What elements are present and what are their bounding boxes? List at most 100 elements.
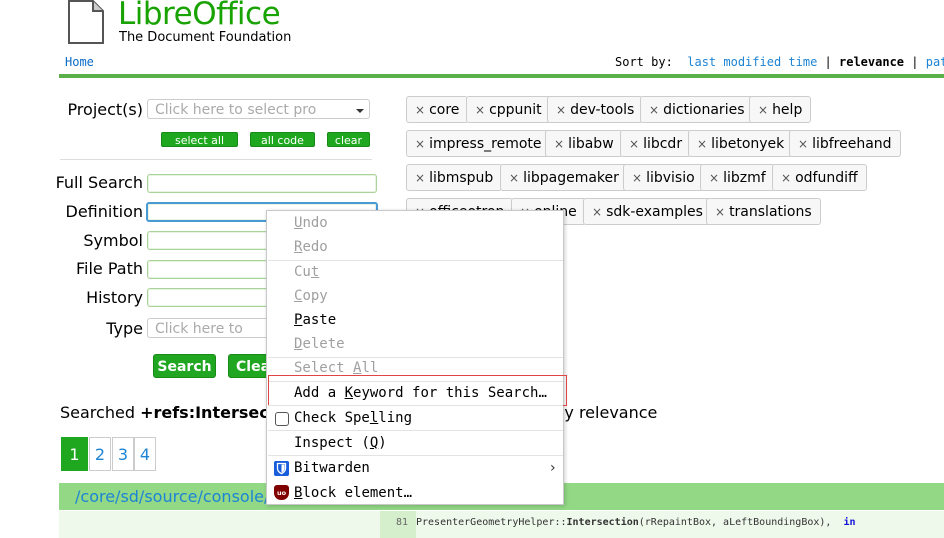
- page-1[interactable]: 1: [61, 437, 88, 471]
- sort-separator: |: [824, 55, 832, 69]
- project-tag-label: libpagemaker: [523, 170, 619, 186]
- project-tag-label: odfundiff: [795, 170, 858, 186]
- project-tag[interactable]: × libetonyek: [688, 130, 794, 157]
- form-divider: [60, 159, 372, 160]
- menu-item-delete[interactable]: Delete: [294, 336, 345, 352]
- project-tag[interactable]: × odfundiff: [772, 164, 867, 191]
- menu-item-select-all[interactable]: Select All: [294, 360, 378, 376]
- menu-item-undo[interactable]: Undo: [294, 215, 328, 231]
- project-tag-label: libvisio: [646, 170, 695, 186]
- code-line[interactable]: 81 PresenterGeometryHelper::Intersection(…: [384, 517, 856, 528]
- project-tag[interactable]: × libcdr: [620, 130, 692, 157]
- project-tag-label: libzmf: [723, 170, 766, 186]
- remove-icon[interactable]: ×: [415, 103, 425, 117]
- project-tag-label: dictionaries: [663, 102, 745, 118]
- ublock-origin-icon: uo: [274, 485, 289, 500]
- project-tag[interactable]: × cppunit: [466, 96, 551, 123]
- remove-icon[interactable]: ×: [556, 103, 566, 117]
- sort-separator: |: [911, 55, 919, 69]
- sort-relevance: relevance: [839, 55, 905, 69]
- remove-icon[interactable]: ×: [475, 103, 485, 117]
- code-prefix: PresenterGeometryHelper::: [416, 517, 567, 528]
- project-tag-label: core: [429, 102, 460, 118]
- menu-item-add-keyword[interactable]: Add a Keyword for this Search…: [294, 385, 547, 401]
- menu-item-paste[interactable]: Paste: [294, 312, 336, 328]
- remove-icon[interactable]: ×: [509, 171, 519, 185]
- menu-separator: [268, 260, 563, 261]
- search-button[interactable]: Search: [153, 354, 216, 378]
- remove-icon[interactable]: ×: [629, 137, 639, 151]
- libreoffice-document-icon: [68, 0, 104, 44]
- sort-label: Sort by:: [615, 55, 673, 69]
- context-menu: Undo Redo Cut Copy Paste Delete Select A…: [266, 210, 567, 505]
- menu-item-redo[interactable]: Redo: [294, 239, 328, 255]
- header-divider: [59, 74, 944, 78]
- code-rest: (rRepaintBox, aLeftBoundingBox),: [638, 517, 832, 528]
- project-tag[interactable]: × libvisio: [623, 164, 704, 191]
- project-tag[interactable]: × libabw: [545, 130, 623, 157]
- history-label: History: [86, 288, 143, 307]
- project-tag[interactable]: × sdk-examples: [583, 198, 712, 225]
- page-3[interactable]: 3: [112, 437, 134, 471]
- menu-item-cut[interactable]: Cut: [294, 264, 319, 280]
- page-2[interactable]: 2: [89, 437, 111, 471]
- project-select[interactable]: Click here to select pro: [147, 99, 370, 119]
- project-tag[interactable]: × impress_remote: [406, 130, 551, 157]
- page-4[interactable]: 4: [134, 437, 156, 471]
- project-tag-label: help: [772, 102, 803, 118]
- remove-icon[interactable]: ×: [697, 137, 707, 151]
- project-tag-label: libetonyek: [711, 136, 785, 152]
- remove-icon[interactable]: ×: [415, 171, 425, 185]
- project-tag-label: cppunit: [489, 102, 542, 118]
- project-tag-label: dev-tools: [570, 102, 635, 118]
- remove-icon[interactable]: ×: [649, 103, 659, 117]
- line-number[interactable]: 81: [384, 517, 408, 528]
- sort-last-modified-link[interactable]: last modified time: [687, 55, 817, 69]
- project-tag[interactable]: × core: [406, 96, 469, 123]
- search-summary: Searched +refs:Intersectio d by relevance: [60, 403, 657, 422]
- chevron-right-icon: ›: [550, 460, 556, 476]
- all-code-button[interactable]: all code: [250, 132, 315, 147]
- home-link[interactable]: Home: [65, 55, 94, 69]
- project-tag[interactable]: × help: [749, 96, 812, 123]
- file-path-label: File Path: [75, 259, 143, 278]
- sort-path-link[interactable]: pat: [926, 55, 944, 69]
- project-tag[interactable]: × libpagemaker: [500, 164, 628, 191]
- remove-icon[interactable]: ×: [781, 171, 791, 185]
- menu-item-block-element[interactable]: Block element…: [294, 485, 412, 501]
- checkbox-icon[interactable]: [275, 412, 289, 426]
- project-tag[interactable]: × libzmf: [700, 164, 775, 191]
- project-tag[interactable]: × dictionaries: [640, 96, 754, 123]
- menu-item-check-spelling[interactable]: Check Spelling: [294, 410, 412, 426]
- clear-projects-button[interactable]: clear: [327, 132, 370, 147]
- remove-icon[interactable]: ×: [715, 205, 725, 219]
- project-tag-label: libfreehand: [812, 136, 892, 152]
- project-tag[interactable]: × libfreehand: [789, 130, 901, 157]
- project-tag-label: sdk-examples: [606, 204, 703, 220]
- remove-icon[interactable]: ×: [632, 171, 642, 185]
- brand-logo[interactable]: LibreOffice: [118, 0, 281, 32]
- menu-separator: [268, 430, 563, 431]
- remove-icon[interactable]: ×: [709, 171, 719, 185]
- menu-item-bitwarden[interactable]: Bitwarden: [294, 460, 370, 476]
- menu-item-copy[interactable]: Copy: [294, 288, 328, 304]
- full-search-input[interactable]: [147, 174, 377, 193]
- search-summary-prefix: Searched: [60, 403, 141, 422]
- chevron-down-icon: [356, 109, 364, 113]
- menu-separator: [268, 455, 563, 456]
- remove-icon[interactable]: ×: [592, 205, 602, 219]
- project-tag-label: libcdr: [643, 136, 683, 152]
- full-search-label: Full Search: [55, 173, 143, 192]
- menu-item-inspect[interactable]: Inspect (Q): [294, 435, 387, 451]
- remove-icon[interactable]: ×: [758, 103, 768, 117]
- project-tag[interactable]: × translations: [706, 198, 821, 225]
- project-tag[interactable]: × dev-tools: [547, 96, 644, 123]
- select-all-button[interactable]: select all: [161, 132, 238, 147]
- result-file-path[interactable]: /core/sd/source/console/: [75, 487, 269, 506]
- remove-icon[interactable]: ×: [415, 137, 425, 151]
- project-tag[interactable]: × libmspub: [406, 164, 503, 191]
- remove-icon[interactable]: ×: [554, 137, 564, 151]
- type-label: Type: [106, 319, 143, 338]
- menu-separator: [268, 405, 563, 406]
- remove-icon[interactable]: ×: [798, 137, 808, 151]
